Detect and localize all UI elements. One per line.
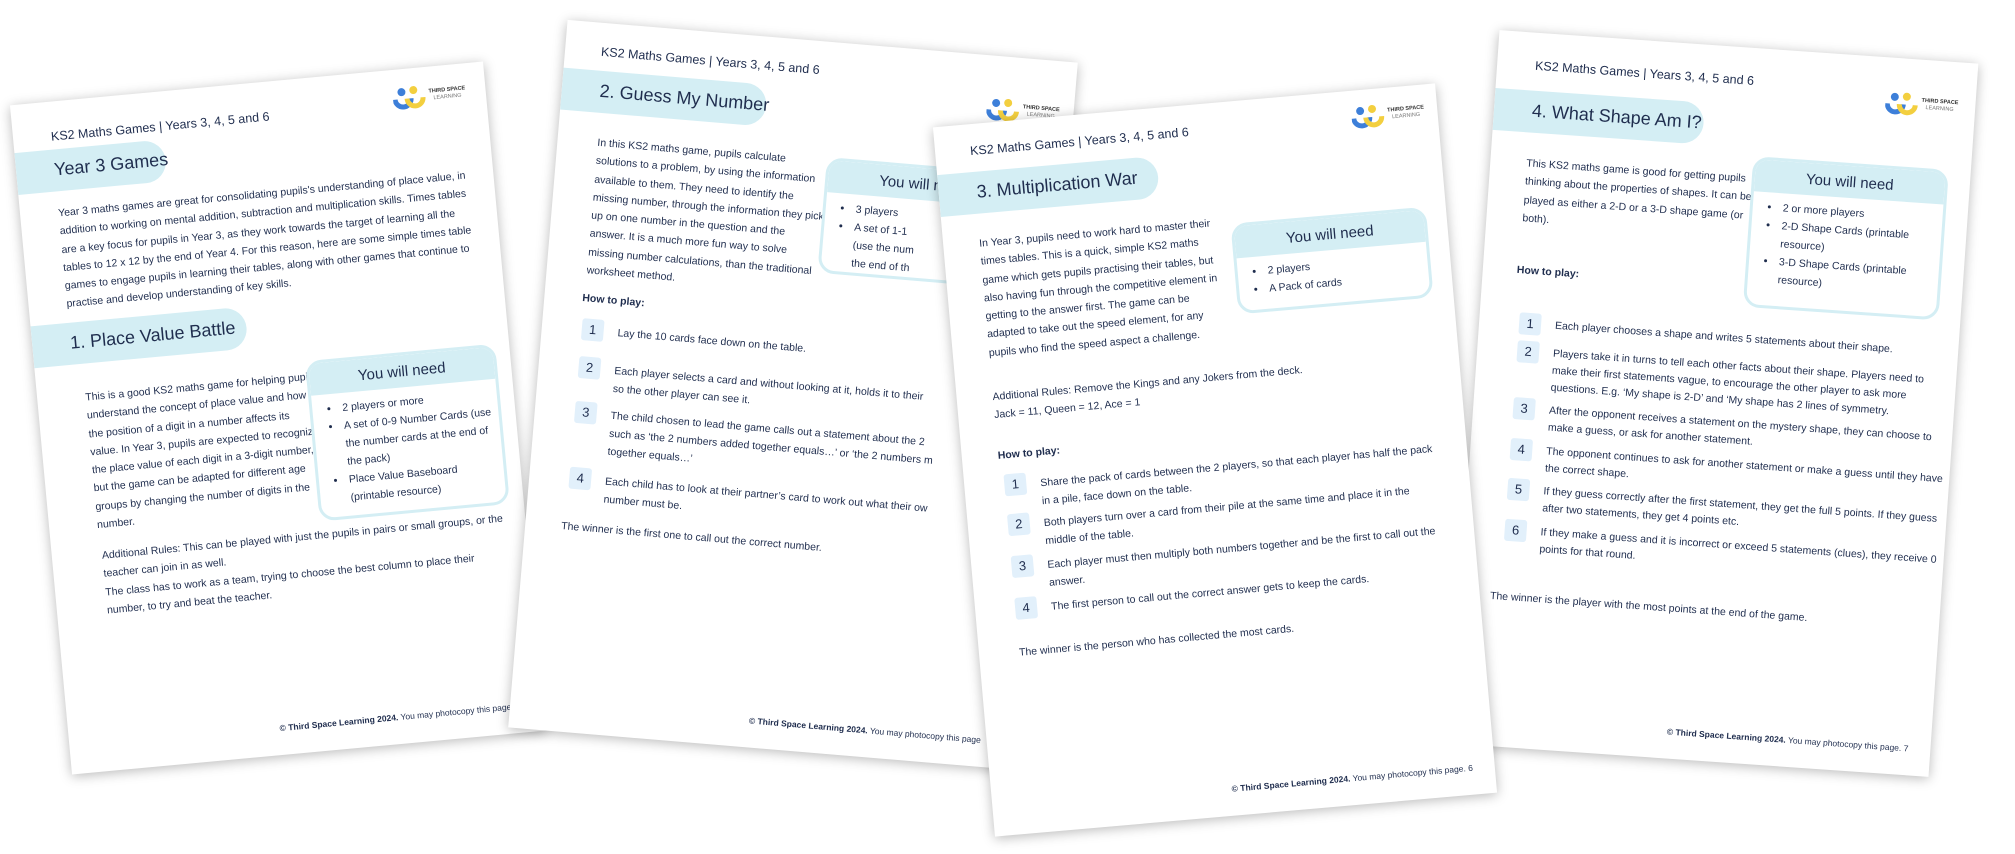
step-number: 4	[1509, 437, 1534, 462]
document-page-multiplication-war: THIRD SPACE LEARNING KS2 Maths Games | Ye…	[932, 83, 1498, 837]
game-title: 2. Guess My Number	[598, 80, 771, 115]
step-number: 3	[573, 400, 598, 425]
game-title: 3. Multiplication War	[975, 167, 1139, 202]
how-to-play-heading: How to play:	[997, 444, 1061, 462]
additional-rules: Additional Rules: Remove the Kings and a…	[992, 350, 1434, 425]
winner-text: The winner is the player with the most p…	[1489, 589, 1808, 625]
needs-list: 2 players or more A set of 0-9 Number Ca…	[312, 385, 506, 510]
page-footer: © Third Space Learning 2024. You may pho…	[1666, 726, 1909, 754]
step-number: 4	[568, 466, 593, 491]
needs-list: 2 or more players 2-D Shape Cards (print…	[1747, 197, 1943, 300]
step-number: 2	[577, 355, 602, 380]
page-number: 7	[1900, 742, 1909, 754]
page-number: 6	[1465, 762, 1474, 774]
game-title-pill: 2. Guess My Number	[560, 67, 771, 127]
step-number: 4	[1014, 596, 1039, 620]
page-header: KS2 Maths Games | Years 3, 4, 5 and 6	[50, 109, 271, 144]
page-footer: © Third Space Learning 2024. You may pho…	[1231, 762, 1474, 794]
page-header: KS2 Maths Games | Years 3, 4, 5 and 6	[600, 44, 821, 78]
game-title-pill: 4. What Shape Am I?	[1492, 87, 1705, 145]
game-title: 1. Place Value Battle	[69, 317, 237, 353]
third-space-learning-logo: THIRD SPACE LEARNING	[392, 79, 474, 112]
you-will-need-box: You will need 2 players A Pack of cards	[1230, 206, 1434, 315]
page-footer: © Third Space Learning 2024. You may pho…	[279, 701, 521, 733]
how-to-play-heading: How to play:	[581, 292, 646, 310]
how-to-play-heading: How to play:	[1516, 263, 1580, 281]
document-page-year-3-games: THIRD SPACE LEARNING KS2 Maths Games | Ye…	[9, 61, 546, 775]
page-footer: © Third Space Learning 2024. You may pho…	[748, 715, 982, 745]
game-description: This is a good KS2 maths game for helpin…	[84, 370, 320, 532]
logo-mark-icon	[1351, 104, 1385, 129]
game-description: In this KS2 maths game, pupils calculate…	[586, 136, 825, 284]
you-will-need-title: You will need	[1753, 159, 1946, 205]
page-header: KS2 Maths Games | Years 3, 4, 5 and 6	[1534, 58, 1755, 88]
document-page-what-shape-am-i: THIRD SPACE LEARNING KS2 Maths Games | Ye…	[1449, 30, 1979, 777]
step-number: 3	[1512, 397, 1536, 421]
step-number: 1	[1003, 472, 1028, 497]
step-text: Lay the 10 cards face down on the table.	[617, 327, 807, 355]
game-title-pill: 3. Multiplication War	[937, 155, 1160, 217]
section-title: Year 3 Games	[53, 149, 169, 180]
step-number: 3	[1010, 554, 1035, 579]
third-space-learning-logo: THIRD SPACE LEARNING	[1351, 98, 1433, 131]
game-title: 4. What Shape Am I?	[1531, 100, 1703, 133]
intro-paragraph: Year 3 maths games are great for consoli…	[57, 169, 472, 311]
section-title-pill: Year 3 Games	[14, 139, 169, 195]
step-number: 1	[580, 318, 605, 342]
game-description: This KS2 maths game is good for getting …	[1522, 157, 1752, 226]
you-will-need-box: You will need 2 players or more A set of…	[304, 343, 510, 522]
page-header: KS2 Maths Games | Years 3, 4, 5 and 6	[969, 125, 1190, 159]
logo-mark-icon	[1884, 92, 1918, 116]
winner-text: The winner is the person who has collect…	[1018, 622, 1295, 659]
step-number: 6	[1503, 518, 1528, 543]
game-description: In Year 3, pupils need to work hard to m…	[978, 217, 1218, 360]
you-will-need-box: You will need 2 or more players 2-D Shap…	[1742, 156, 1949, 321]
step-number: 5	[1506, 477, 1531, 502]
third-space-learning-logo: THIRD SPACE LEARNING	[1884, 89, 1967, 121]
game-title-pill: 1. Place Value Battle	[30, 306, 249, 369]
step-number: 2	[1516, 340, 1540, 364]
logo-mark-icon	[392, 86, 426, 110]
step-number: 2	[1006, 512, 1031, 537]
step-number: 1	[1518, 312, 1542, 336]
